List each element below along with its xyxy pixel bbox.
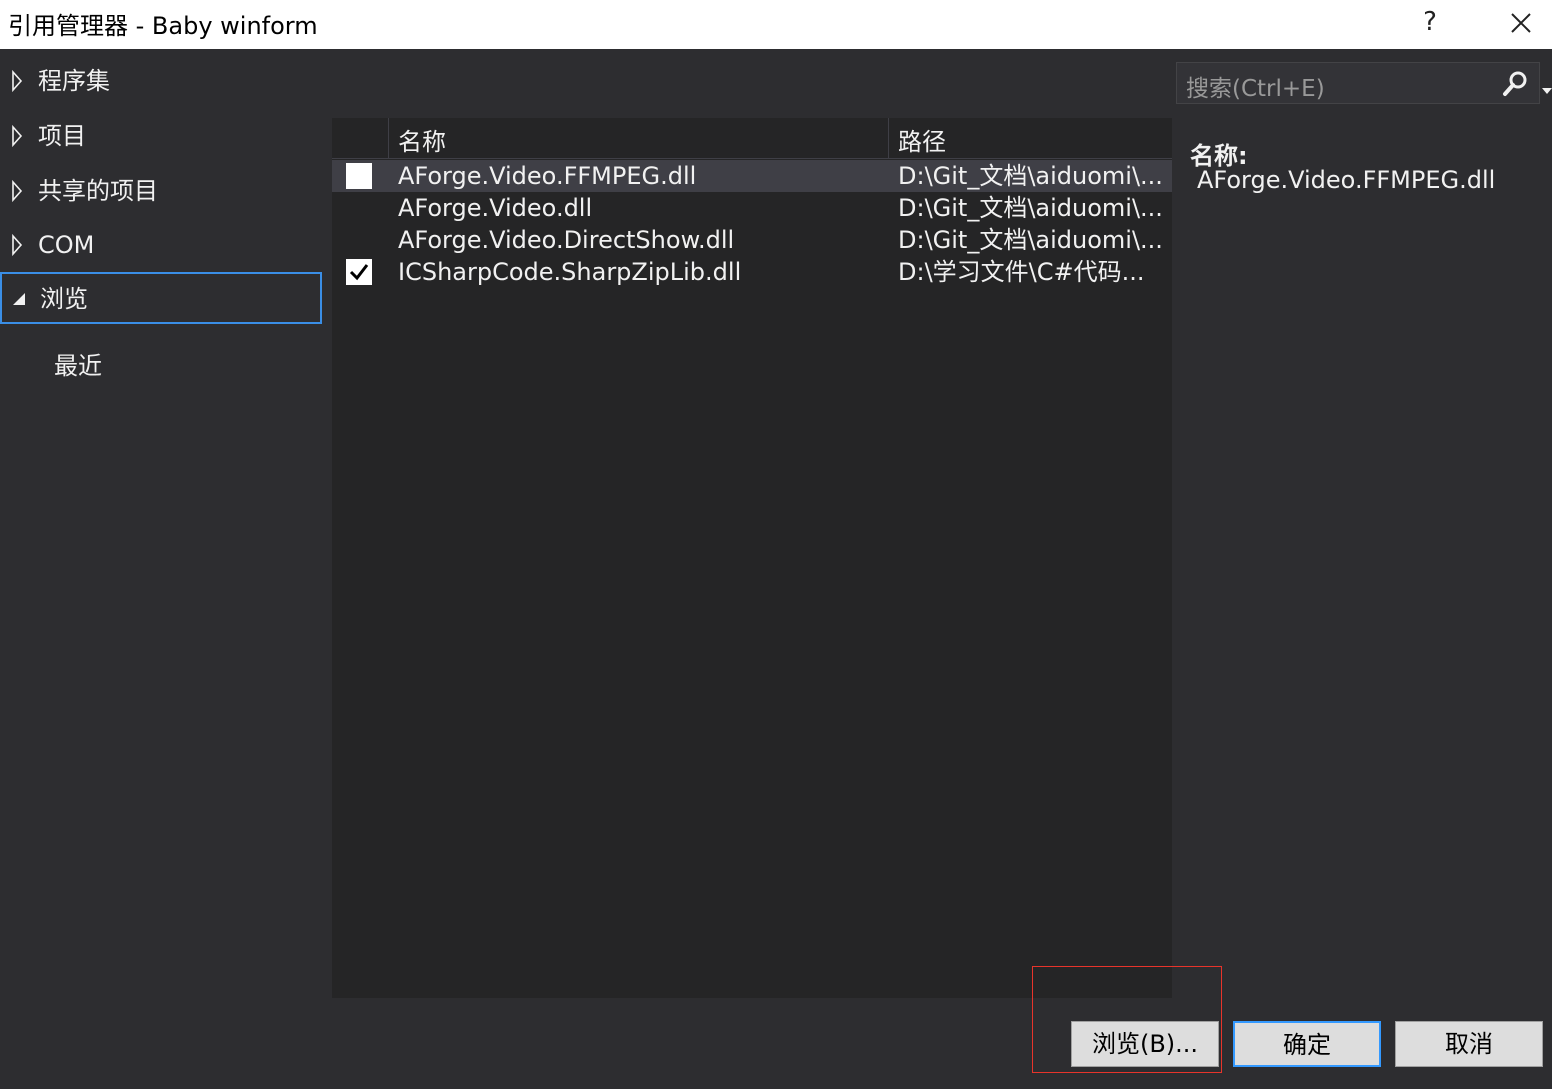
row-path: D:\Git_文档\aiduomi\... bbox=[898, 226, 1163, 254]
checkmark-icon bbox=[349, 264, 369, 281]
cancel-button[interactable]: 取消 bbox=[1395, 1021, 1543, 1067]
row-name: ICSharpCode.SharpZipLib.dll bbox=[398, 258, 742, 286]
row-name: AForge.Video.FFMPEG.dll bbox=[398, 162, 697, 190]
expanded-triangle-icon bbox=[12, 274, 26, 326]
table-row[interactable]: AForge.Video.dll D:\Git_文档\aiduomi\... bbox=[332, 192, 1172, 224]
sidebar-item-com[interactable]: COM bbox=[0, 219, 322, 271]
window-title: 引用管理器 - Baby winform bbox=[8, 12, 318, 40]
sidebar-item-label: 共享的项目 bbox=[38, 177, 158, 205]
row-checkbox[interactable] bbox=[346, 163, 372, 189]
table-row[interactable]: ICSharpCode.SharpZipLib.dll D:\学习文件\C#代码… bbox=[332, 256, 1172, 288]
ok-button[interactable]: 确定 bbox=[1233, 1021, 1381, 1067]
title-bar: 引用管理器 - Baby winform ? bbox=[0, 0, 1552, 49]
row-checkbox[interactable] bbox=[346, 259, 372, 285]
sidebar-item-label: 程序集 bbox=[38, 67, 110, 95]
table-row[interactable]: AForge.Video.DirectShow.dll D:\Git_文档\ai… bbox=[332, 224, 1172, 256]
search-icon[interactable] bbox=[1501, 70, 1529, 98]
row-name: AForge.Video.dll bbox=[398, 194, 593, 222]
sidebar-item-label: COM bbox=[38, 231, 95, 259]
chevron-right-icon bbox=[10, 219, 24, 271]
row-path: D:\学习文件\C#代码... bbox=[898, 258, 1145, 286]
chevron-right-icon bbox=[10, 165, 24, 217]
column-header-path[interactable]: 路径 bbox=[898, 122, 946, 157]
annotation-highlight-box bbox=[1032, 966, 1222, 1073]
table-row[interactable]: AForge.Video.FFMPEG.dll D:\Git_文档\aiduom… bbox=[332, 160, 1172, 192]
reference-list: 名称 路径 AForge.Video.FFMPEG.dll D:\Git_文档\… bbox=[332, 118, 1172, 998]
search-options-dropdown-icon[interactable] bbox=[1542, 80, 1552, 94]
search-placeholder: 搜索(Ctrl+E) bbox=[1186, 76, 1325, 102]
details-name-value: AForge.Video.FFMPEG.dll bbox=[1197, 166, 1496, 194]
row-name: AForge.Video.DirectShow.dll bbox=[398, 226, 735, 254]
sidebar: 程序集 项目 共享的项目 COM 浏览 最近 bbox=[0, 49, 332, 1009]
help-button[interactable]: ? bbox=[1410, 4, 1450, 44]
sidebar-item-browse[interactable]: 浏览 bbox=[0, 272, 322, 324]
chevron-right-icon bbox=[10, 110, 24, 162]
search-input[interactable]: 搜索(Ctrl+E) bbox=[1176, 62, 1540, 104]
column-header-name[interactable]: 名称 bbox=[398, 122, 446, 157]
column-divider bbox=[888, 118, 889, 158]
close-icon[interactable] bbox=[1500, 4, 1540, 44]
chevron-right-icon bbox=[10, 55, 24, 107]
row-checkbox[interactable] bbox=[346, 195, 372, 221]
list-header: 名称 路径 bbox=[332, 118, 1172, 159]
row-path: D:\Git_文档\aiduomi\... bbox=[898, 194, 1163, 222]
sidebar-item-label: 项目 bbox=[38, 122, 86, 150]
column-divider bbox=[388, 118, 389, 158]
row-path: D:\Git_文档\aiduomi\... bbox=[898, 162, 1163, 190]
sidebar-item-shared-projects[interactable]: 共享的项目 bbox=[0, 165, 322, 217]
sidebar-subitem-recent[interactable]: 最近 bbox=[54, 346, 102, 381]
sidebar-item-label: 浏览 bbox=[40, 285, 88, 313]
sidebar-item-assemblies[interactable]: 程序集 bbox=[0, 55, 322, 107]
row-checkbox[interactable] bbox=[346, 227, 372, 253]
sidebar-item-projects[interactable]: 项目 bbox=[0, 110, 322, 162]
